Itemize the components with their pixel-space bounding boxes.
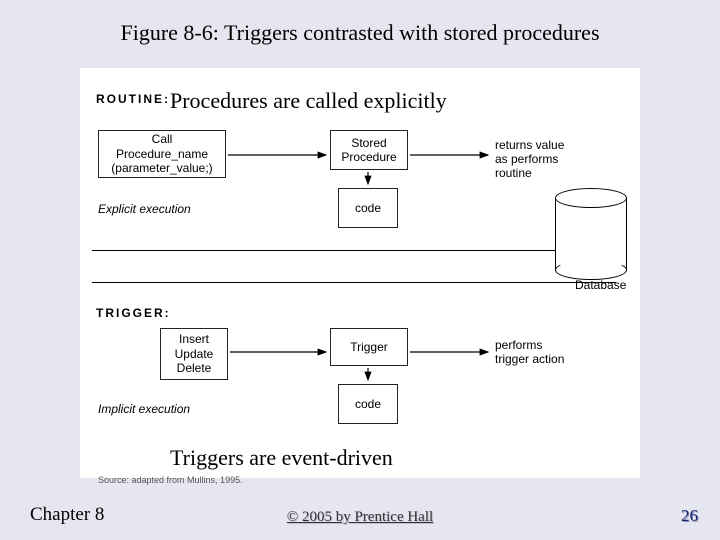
code-label-1: code <box>355 201 381 215</box>
trigger-box-label: Trigger <box>350 340 388 354</box>
performs-l2: trigger action <box>495 352 564 366</box>
call-line1: Call <box>152 132 173 146</box>
stored-procedure-box: Stored Procedure <box>330 130 408 170</box>
performs-l1: performs <box>495 338 564 352</box>
iud-l1: Insert <box>179 332 209 346</box>
performs-action-text: performs trigger action <box>495 338 564 366</box>
returns-value-text: returns value as performs routine <box>495 138 564 180</box>
divider-line-1 <box>92 250 616 251</box>
page-number: 26 <box>681 506 698 526</box>
returns-l3: routine <box>495 166 564 180</box>
triggers-caption: Triggers are event-driven <box>170 445 393 471</box>
procedure-code-box: code <box>338 188 398 228</box>
code-label-2: code <box>355 397 381 411</box>
copyright-label: © 2005 by Prentice Hall <box>0 509 720 526</box>
procedures-caption: Procedures are called explicitly <box>170 88 447 114</box>
source-attribution: Source: adapted from Mullins, 1995. <box>98 475 243 485</box>
figure-title: Figure 8-6: Triggers contrasted with sto… <box>0 20 720 46</box>
iud-l3: Delete <box>177 361 212 375</box>
explicit-execution-label: Explicit execution <box>98 202 191 216</box>
database-cylinder-icon <box>555 188 627 274</box>
divider-line-2 <box>92 282 616 283</box>
trigger-section-label: TRIGGER: <box>96 306 171 320</box>
sp-line1: Stored <box>351 136 386 150</box>
insert-update-delete-box: Insert Update Delete <box>160 328 228 380</box>
call-line2: Procedure_name <box>116 147 208 161</box>
iud-l2: Update <box>175 347 214 361</box>
trigger-box: Trigger <box>330 328 408 366</box>
call-line3: (parameter_value;) <box>111 161 212 175</box>
implicit-execution-label: Implicit execution <box>98 402 190 416</box>
routine-label: ROUTINE: <box>96 92 170 106</box>
trigger-code-box: code <box>338 384 398 424</box>
returns-l1: returns value <box>495 138 564 152</box>
call-procedure-box: Call Procedure_name (parameter_value;) <box>98 130 226 178</box>
returns-l2: as performs <box>495 152 564 166</box>
database-label: Database <box>575 278 626 292</box>
sp-line2: Procedure <box>341 150 396 164</box>
